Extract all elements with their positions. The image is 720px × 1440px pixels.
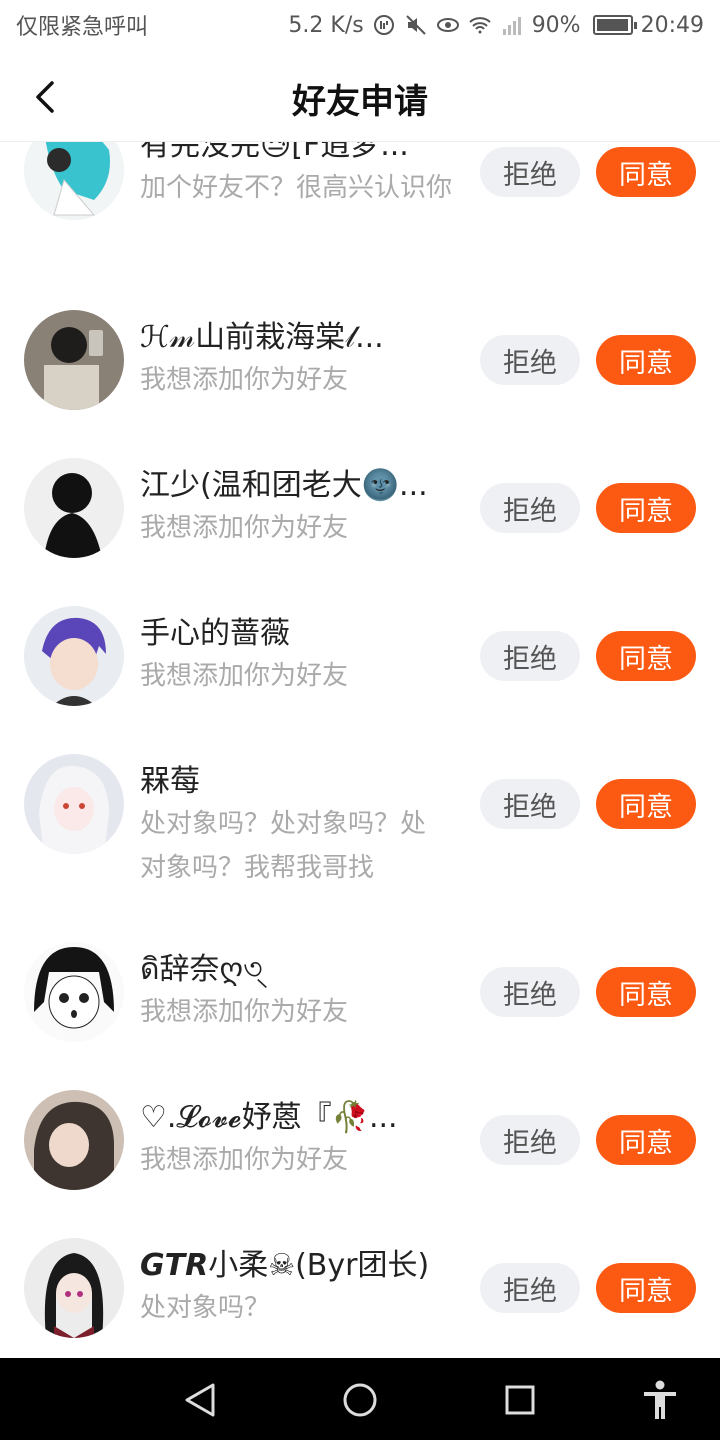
accept-button[interactable]: 同意 [596,779,696,829]
header: 好友申请 [0,50,720,142]
requester-name: 有完没完😓[F逍梦... [140,142,409,163]
accept-button[interactable]: 同意 [596,1115,696,1165]
navigation-bar [0,1358,720,1440]
avatar[interactable] [24,606,124,706]
requester-name: 槑莓 [140,764,200,799]
mute-icon [405,15,426,35]
request-info: ดิ辞奈ღ৩্ 我想添加你为好友 [140,950,460,1034]
request-info: 江少(温和团老大🌚... 我想添加你为好友 [140,466,460,550]
request-info: 有完没完😓[F逍梦... 加个好友不？很高兴认识你 [140,142,460,210]
list-item: 槑莓 处对象吗？处对象吗？处对象吗？我帮我哥找 拒绝 同意 [0,752,720,912]
request-message: 处对象吗？处对象吗？处对象吗？我帮我哥找 [140,809,427,883]
network-speed: 5.2 K/s [288,12,364,38]
avatar[interactable] [24,458,124,558]
list-item: 手心的蔷薇 我想添加你为好友 拒绝 同意 [0,604,720,724]
requester-name: ℋ𝓂山前栽海棠𝓁... [140,320,384,355]
reject-button[interactable]: 拒绝 [480,967,580,1017]
accept-button[interactable]: 同意 [596,631,696,681]
friend-request-list[interactable]: 有完没完😓[F逍梦... 加个好友不？很高兴认识你 拒绝 同意 ℋ𝓂山前栽海棠𝓁… [0,142,720,1358]
reject-button[interactable]: 拒绝 [480,1115,580,1165]
list-item: 江少(温和团老大🌚... 我想添加你为好友 拒绝 同意 [0,456,720,576]
list-item: 有完没完😓[F逍梦... 加个好友不？很高兴认识你 拒绝 同意 [0,142,720,300]
list-item: ดิ辞奈ღ৩্ 我想添加你为好友 拒绝 同意 [0,940,720,1060]
request-info: ♡.𝓛𝓸𝓿𝓮妤蒽『🥀... 我想添加你为好友 [140,1098,460,1182]
accept-button[interactable]: 同意 [596,967,696,1017]
page-title: 好友申请 [292,82,428,122]
request-info: 槑莓 处对象吗？处对象吗？处对象吗？我帮我哥找 [140,762,460,890]
triangle-back-icon [185,1383,215,1417]
nav-home-button[interactable] [338,1378,382,1422]
reject-button[interactable]: 拒绝 [480,147,580,197]
avatar[interactable] [24,1090,124,1190]
reject-button[interactable]: 拒绝 [480,1263,580,1313]
requester-name: ♡.𝓛𝓸𝓿𝓮妤蒽『🥀... [140,1100,398,1135]
accept-button[interactable]: 同意 [596,483,696,533]
list-item: 𝙂𝙏𝙍小柔☠(Byr团长) 处对象吗？ 拒绝 同意 [0,1236,720,1356]
battery-percent: 90% [531,12,581,38]
carrier-text: 仅限紧急呼叫 [16,15,149,40]
nav-accessibility-button[interactable] [638,1378,682,1422]
accept-button[interactable]: 同意 [596,335,696,385]
circle-home-icon [343,1383,377,1417]
status-icons: 5.2 K/s 90% 20:49 [288,13,704,38]
request-message: 我想添加你为好友 [140,365,349,395]
avatar[interactable] [24,754,124,854]
accessibility-icon [644,1380,676,1419]
data-saver-icon [373,15,394,35]
nav-back-button[interactable] [178,1378,222,1422]
clock: 20:49 [640,12,704,38]
request-message: 我想添加你为好友 [140,997,349,1027]
signal-icon [502,17,521,35]
accept-button[interactable]: 同意 [596,147,696,197]
reject-button[interactable]: 拒绝 [480,483,580,533]
list-item: ℋ𝓂山前栽海棠𝓁... 我想添加你为好友 拒绝 同意 [0,308,720,428]
request-message: 我想添加你为好友 [140,661,349,691]
reject-button[interactable]: 拒绝 [480,631,580,681]
requester-name: ดิ辞奈ღ৩্ [140,952,263,987]
accept-button[interactable]: 同意 [596,1263,696,1313]
request-message: 我想添加你为好友 [140,513,349,543]
request-info: 𝙂𝙏𝙍小柔☠(Byr团长) 处对象吗？ [140,1246,460,1330]
avatar[interactable] [24,310,124,410]
nav-recents-button[interactable] [498,1378,542,1422]
avatar[interactable] [24,1238,124,1338]
wifi-icon [469,17,491,34]
battery-icon [592,15,637,35]
square-recents-icon [505,1385,535,1415]
avatar[interactable] [24,142,124,220]
requester-name: 手心的蔷薇 [140,616,290,651]
list-item: ♡.𝓛𝓸𝓿𝓮妤蒽『🥀... 我想添加你为好友 拒绝 同意 [0,1088,720,1208]
status-bar: 仅限紧急呼叫 5.2 K/s 90% 20:49 [0,0,720,50]
request-message: 处对象吗？ [140,1293,271,1323]
request-message: 加个好友不？很高兴认识你 [140,173,453,203]
request-message: 我想添加你为好友 [140,1145,349,1175]
reject-button[interactable]: 拒绝 [480,779,580,829]
requester-name: 𝙂𝙏𝙍小柔☠(Byr团长) [140,1248,430,1283]
avatar[interactable] [24,942,124,1042]
request-info: ℋ𝓂山前栽海棠𝓁... 我想添加你为好友 [140,318,460,402]
request-info: 手心的蔷薇 我想添加你为好友 [140,614,460,698]
reject-button[interactable]: 拒绝 [480,335,580,385]
eye-icon [436,18,459,32]
requester-name: 江少(温和团老大🌚... [140,468,428,503]
